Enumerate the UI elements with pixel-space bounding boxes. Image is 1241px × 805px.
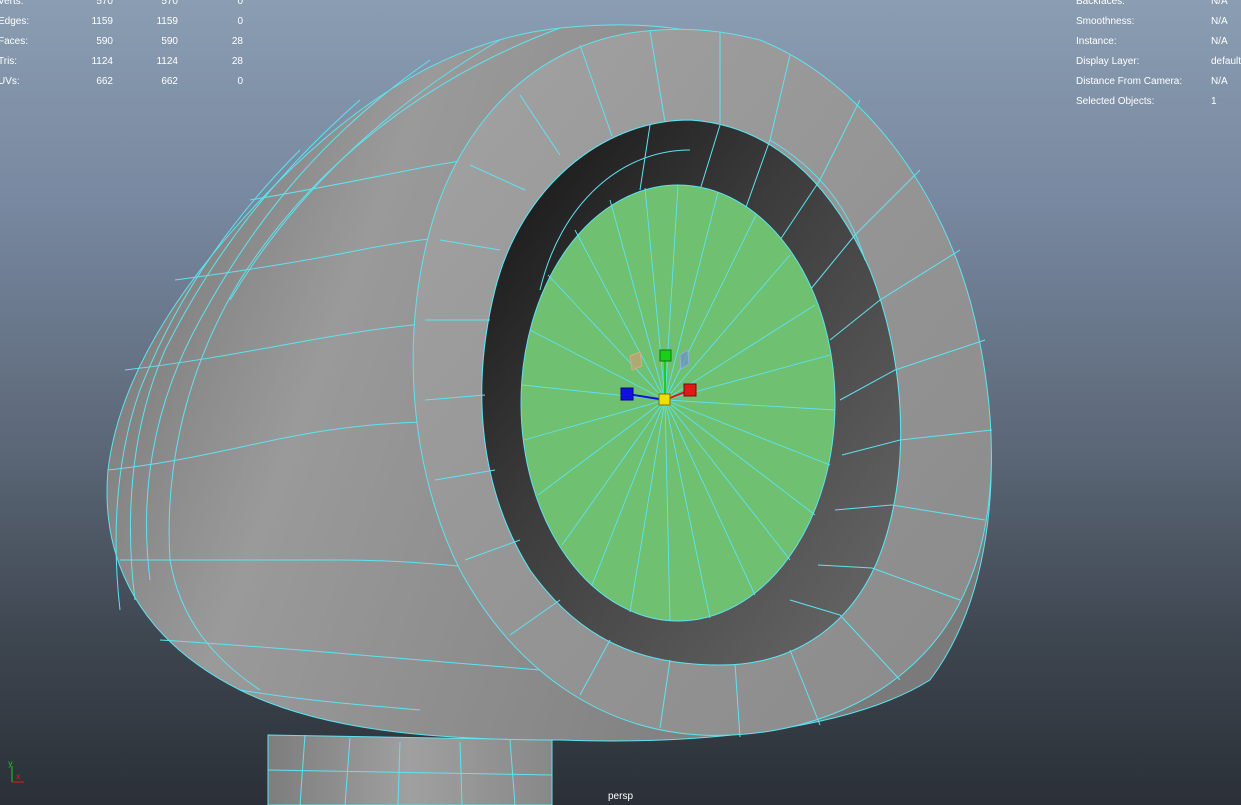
hud-detail-value: default — [1211, 56, 1241, 67]
camera-name-label: persp — [607, 791, 633, 802]
hud-detail-value: N/A — [1211, 16, 1228, 27]
hud-detail-value: 1 — [1211, 96, 1217, 107]
poly-count-hud: Verts: 570 570 0 Edges: 1159 1159 0 Faces: 590 590… — [0, 0, 260, 102]
hud-detail-row: Selected Objects: 1 — [1076, 92, 1241, 112]
hud-stat-label: Tris: — [0, 56, 18, 67]
hud-detail-label: Backfaces: — [1076, 0, 1125, 7]
object-details-hud: Backfaces: N/A Smoothness: N/A Instance: N/A D… — [1076, 0, 1241, 112]
z-axis-handle-icon — [620, 387, 634, 401]
hud-stat-row: Verts: 570 570 0 — [0, 0, 260, 12]
hud-detail-row: Smoothness: N/A — [1076, 12, 1241, 32]
view-axis-icon: y x — [8, 759, 24, 783]
hud-stat-selected: 662 — [161, 76, 178, 87]
hud-detail-label: Instance: — [1076, 36, 1117, 47]
hud-detail-value: N/A — [1211, 0, 1228, 7]
hud-stat-selected: 1159 — [156, 16, 178, 27]
hud-stat-row: Edges: 1159 1159 0 — [0, 12, 260, 32]
hud-detail-row: Display Layer: default — [1076, 52, 1241, 72]
hud-stat-label: Verts: — [0, 0, 24, 7]
viewport-scene[interactable] — [0, 0, 1241, 805]
center-handle-icon — [658, 393, 671, 406]
hud-stat-label: UVs: — [0, 76, 20, 87]
selected-face — [520, 184, 836, 622]
axis-x-label: x — [16, 772, 21, 781]
hud-stat-uv: 28 — [231, 36, 243, 47]
hud-detail-label: Display Layer: — [1076, 56, 1140, 67]
y-axis-handle-icon — [659, 349, 672, 362]
hud-detail-label: Selected Objects: — [1076, 96, 1155, 107]
hud-detail-row: Backfaces: N/A — [1076, 0, 1241, 12]
hud-detail-row: Distance From Camera: N/A — [1076, 72, 1241, 92]
hud-stat-uv: 0 — [237, 0, 243, 7]
hud-detail-label: Distance From Camera: — [1076, 76, 1183, 87]
hud-stat-uv: 0 — [237, 16, 243, 27]
hud-stat-selected: 590 — [161, 36, 178, 47]
hud-stat-uv: 0 — [237, 76, 243, 87]
x-axis-handle-icon — [683, 383, 697, 397]
hud-stat-label: Faces: — [0, 36, 29, 47]
hud-stat-label: Edges: — [0, 16, 30, 27]
hud-stat-selected: 570 — [161, 0, 178, 7]
hud-stat-uv: 28 — [231, 56, 243, 67]
hud-stat-row: Tris: 1124 1124 28 — [0, 52, 260, 72]
hud-stat-row: Faces: 590 590 28 — [0, 32, 260, 52]
hud-detail-row: Instance: N/A — [1076, 32, 1241, 52]
hud-stat-row: UVs: 662 662 0 — [0, 72, 260, 92]
hud-detail-value: N/A — [1211, 76, 1228, 87]
persp-viewport[interactable]: Verts: 570 570 0 Edges: 1159 1159 0 Faces: 590 590… — [0, 0, 1241, 805]
hud-stat-value: 590 — [96, 36, 113, 47]
hud-detail-label: Smoothness: — [1076, 16, 1135, 27]
hud-detail-value: N/A — [1211, 36, 1228, 47]
hud-stat-value: 1159 — [91, 16, 113, 27]
axis-y-label: y — [8, 759, 13, 768]
hud-stat-selected: 1124 — [156, 56, 178, 67]
hud-stat-value: 662 — [96, 76, 113, 87]
hud-stat-value: 570 — [96, 0, 113, 7]
hud-stat-value: 1124 — [91, 56, 113, 67]
